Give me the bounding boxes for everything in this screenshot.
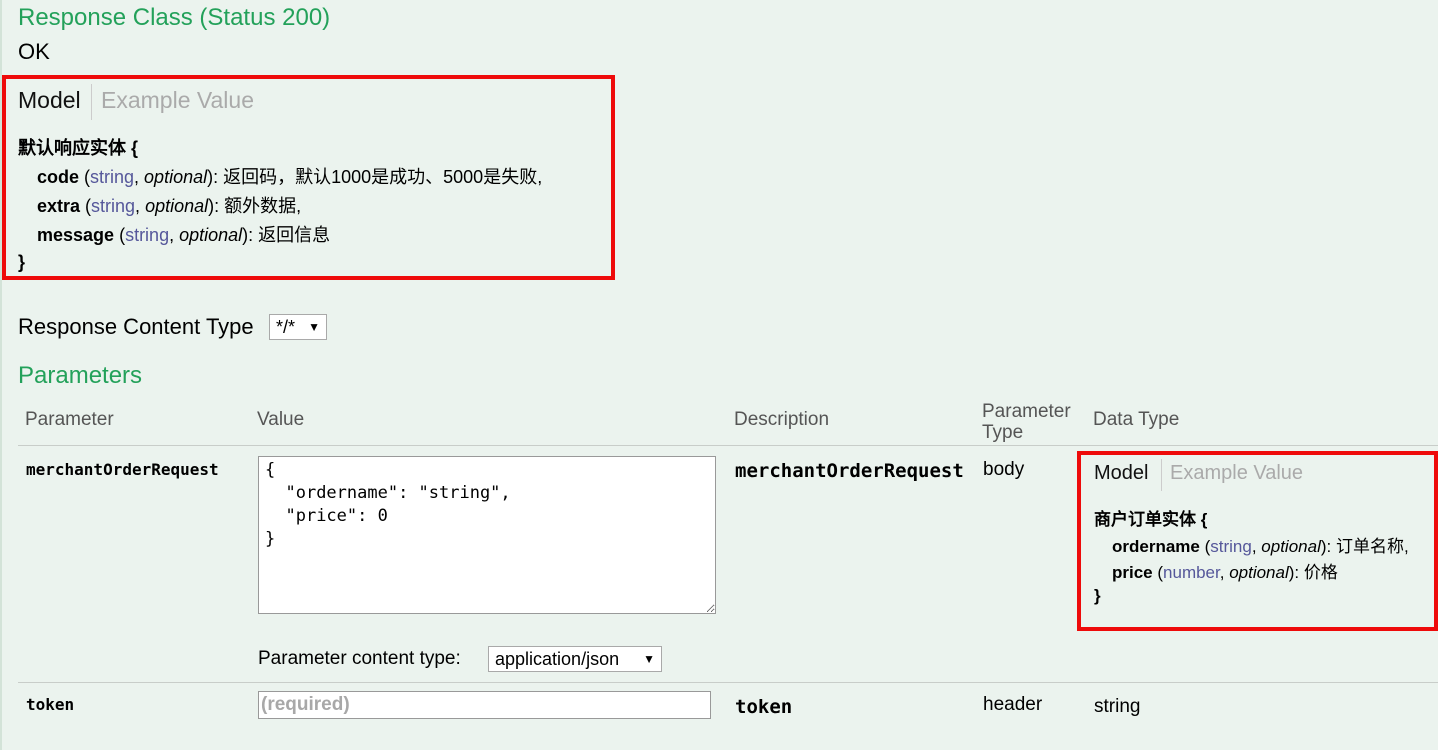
column-header-value: Value	[257, 409, 305, 430]
datatype-model-tab[interactable]: Model	[1094, 462, 1148, 485]
parameters-title: Parameters	[18, 362, 143, 389]
dropdown-arrow-icon: ▼	[643, 652, 655, 666]
response-model-tab[interactable]: Model	[18, 87, 81, 114]
param-type-header: header	[983, 694, 1043, 715]
parameter-content-type-select[interactable]: application/json ▼	[488, 646, 662, 672]
response-model-close-brace: }	[18, 252, 26, 272]
response-status-text: OK	[18, 39, 50, 64]
response-example-value-tab[interactable]: Example Value	[101, 87, 254, 114]
dropdown-arrow-icon: ▼	[308, 320, 320, 334]
response-content-type-value: */*	[276, 316, 296, 337]
response-model-property-message: message (string, optional): 返回信息	[37, 225, 331, 245]
datatype-model-body: 商户订单实体 { ordername (string, optional): 订…	[1094, 505, 1434, 620]
param-name-token: token	[26, 695, 75, 714]
param-name-merchantorderrequest: merchantOrderRequest	[26, 460, 219, 479]
datatype-model-close-brace: }	[1094, 586, 1101, 605]
table-row-divider	[18, 682, 1438, 683]
column-header-parameter-type: Parameter Type	[982, 401, 1071, 443]
datatype-example-value-tab[interactable]: Example Value	[1170, 462, 1303, 485]
response-content-type-select[interactable]: */* ▼	[269, 314, 327, 340]
param-type-body: body	[983, 459, 1025, 480]
response-model-property-extra: extra (string, optional): 额外数据,	[37, 196, 302, 216]
column-header-description: Description	[734, 409, 830, 430]
datatype-model-name: 商户订单实体 {	[1094, 510, 1208, 529]
tab-divider	[1161, 459, 1162, 491]
datatype-model-property-price: price (number, optional): 价格	[1112, 563, 1338, 582]
parameter-content-type-label: Parameter content type:	[258, 648, 461, 669]
param-value-body-textarea[interactable]	[258, 456, 716, 614]
datatype-model-property-ordername: ordername (string, optional): 订单名称,	[1112, 537, 1409, 556]
param-description-merchantorderrequest: merchantOrderRequest	[735, 460, 964, 482]
column-header-parameter: Parameter	[25, 409, 114, 430]
table-header-divider	[18, 445, 1438, 446]
response-model-property-code: code (string, optional): 返回码，默认1000是成功、5…	[37, 167, 543, 187]
column-header-data-type: Data Type	[1093, 409, 1180, 430]
param-description-token: token	[735, 696, 793, 718]
tab-divider	[91, 84, 92, 120]
response-model-name: 默认响应实体 {	[18, 138, 139, 158]
param-data-type-string: string	[1094, 696, 1141, 717]
param-value-token-input[interactable]	[258, 691, 711, 719]
parameter-content-type-value: application/json	[495, 648, 620, 669]
response-class-title: Response Class (Status 200)	[18, 4, 331, 31]
response-content-type-label: Response Content Type	[18, 314, 254, 339]
